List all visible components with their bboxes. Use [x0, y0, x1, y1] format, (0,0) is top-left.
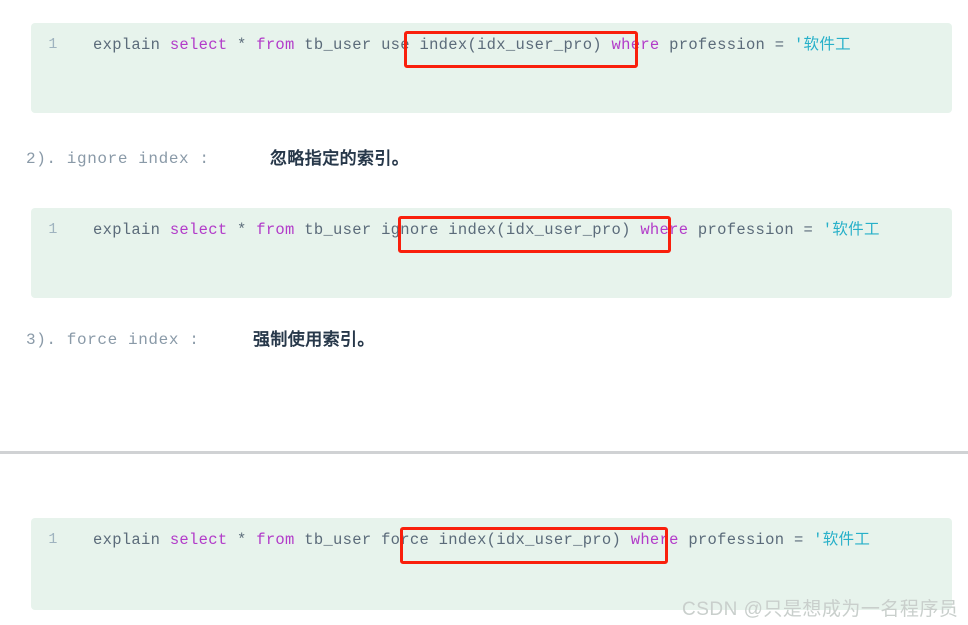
- code-block-use-index: 1 explain select * from tb_user use inde…: [31, 23, 952, 113]
- code-token: tb_user: [294, 36, 382, 54]
- code-token-keyword: where: [611, 36, 660, 54]
- code-token-keyword: from: [256, 221, 295, 239]
- code-token: tb_user: [294, 221, 382, 239]
- article-page: 1 explain select * from tb_user use inde…: [0, 0, 968, 625]
- code-token-highlighted: use index(idx_user_pro): [381, 36, 602, 54]
- code-token: profession =: [678, 531, 814, 549]
- code-token: profession =: [659, 36, 794, 54]
- line-number: 1: [48, 36, 58, 53]
- code-content: explain select * from tb_user ignore ind…: [93, 208, 880, 252]
- code-line-primary: 1 explain select * from tb_user use inde…: [31, 23, 952, 67]
- code-token-highlighted: ignore index(idx_user_pro): [381, 221, 631, 239]
- code-token: explain: [93, 221, 170, 239]
- code-token-keyword: where: [630, 531, 679, 549]
- csdn-watermark: CSDN @只是想成为一名程序员: [682, 599, 959, 620]
- list-item-2-description: 忽略指定的索引。: [270, 149, 410, 168]
- code-token: *: [227, 221, 257, 239]
- line-number: 1: [48, 221, 58, 238]
- code-token-keyword: from: [256, 36, 295, 54]
- list-item-3-label: 3). force index :: [26, 331, 200, 349]
- code-token: *: [227, 531, 257, 549]
- code-content-wrapped: 程';: [93, 296, 128, 298]
- code-token-keyword: where: [640, 221, 689, 239]
- list-item-3-description: 强制使用索引。: [253, 330, 375, 349]
- code-line-wrapped: 程';: [31, 111, 952, 113]
- code-token-keyword: select: [169, 531, 228, 549]
- code-token: profession =: [688, 221, 823, 239]
- code-line-wrapped: 程';: [31, 296, 952, 298]
- code-token: *: [227, 36, 257, 54]
- code-block-ignore-index: 1 explain select * from tb_user ignore i…: [31, 208, 952, 298]
- code-content: explain select * from tb_user use index(…: [93, 23, 851, 67]
- code-content-wrapped: 程';: [93, 111, 128, 113]
- code-token-string: '软件工: [822, 221, 880, 239]
- code-token-keyword: from: [256, 531, 295, 549]
- code-token-string: '软件工: [813, 531, 871, 549]
- line-number: 1: [48, 531, 58, 548]
- code-token: tb_user: [294, 531, 382, 549]
- code-token-keyword: select: [169, 36, 228, 54]
- code-line-primary: 1 explain select * from tb_user ignore i…: [31, 208, 952, 252]
- code-token-highlighted: force index(idx_user_pro): [381, 531, 622, 549]
- code-token: explain: [93, 531, 170, 549]
- code-token-keyword: select: [169, 221, 228, 239]
- code-token-string: '软件工: [793, 36, 851, 54]
- section-divider: [0, 451, 968, 454]
- list-item-2-label: 2). ignore index :: [26, 150, 210, 168]
- code-token: explain: [93, 36, 170, 54]
- code-content-wrapped: 程';: [93, 606, 128, 610]
- code-content: explain select * from tb_user force inde…: [93, 518, 870, 562]
- code-line-primary: 1 explain select * from tb_user force in…: [31, 518, 952, 562]
